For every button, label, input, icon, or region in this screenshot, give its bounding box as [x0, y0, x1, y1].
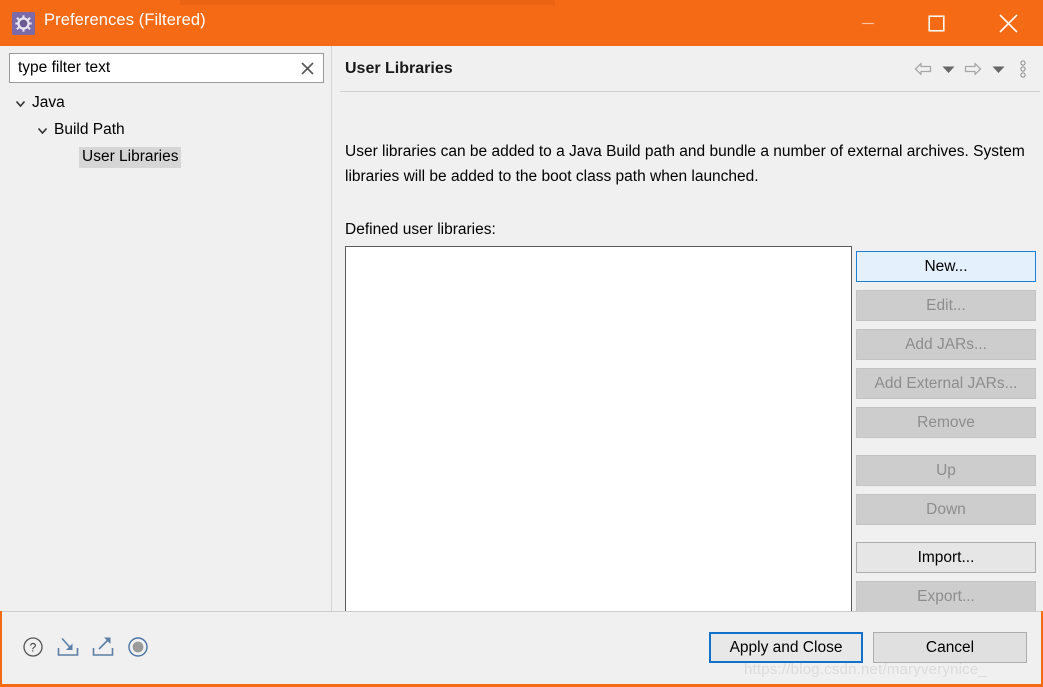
sidebar-item-label: Java — [32, 94, 65, 111]
export-tray-glyph — [92, 637, 114, 656]
gear-icon-glyph — [15, 15, 32, 32]
forward-icon[interactable] — [962, 58, 984, 80]
sidebar-item-user-libraries[interactable]: User Libraries — [2, 144, 331, 171]
export-preferences-icon[interactable] — [90, 634, 116, 660]
forward-arrow-glyph — [964, 62, 982, 76]
clear-filter-icon[interactable] — [297, 58, 317, 78]
view-menu-icon[interactable] — [1012, 58, 1034, 80]
page-toolbar — [912, 58, 1034, 80]
remove-button[interactable]: Remove — [856, 407, 1036, 438]
page-title: User Libraries — [345, 60, 453, 77]
defined-user-libraries-label: Defined user libraries: — [345, 221, 496, 238]
sidebar-item-build-path[interactable]: Build Path — [2, 117, 331, 144]
maximize-icon — [927, 14, 945, 32]
chevron-down-filled-glyph — [942, 66, 954, 73]
chevron-down-glyph — [15, 100, 26, 108]
down-button[interactable]: Down — [856, 494, 1036, 525]
help-glyph: ? — [23, 637, 43, 657]
back-dropdown-icon[interactable] — [937, 58, 959, 80]
preferences-tree-pane: type filter text Java Build Path User Li… — [2, 46, 331, 611]
sidebar-item-label: Build Path — [54, 121, 125, 138]
close-icon — [998, 13, 1018, 33]
dialog-footer: ? Apply and Close Cancel — [2, 611, 1041, 685]
chevron-down-icon[interactable] — [12, 95, 29, 112]
filter-input-wrapper[interactable]: type filter text — [9, 53, 324, 83]
title-bar-shade — [180, 0, 555, 5]
up-button[interactable]: Up — [856, 455, 1036, 486]
gear-icon — [12, 12, 35, 35]
chevron-down-glyph — [37, 127, 48, 135]
close-button[interactable] — [985, 0, 1031, 46]
back-arrow-glyph — [914, 62, 932, 76]
maximize-button[interactable] — [913, 0, 959, 46]
user-libraries-list[interactable] — [345, 246, 852, 644]
import-preferences-icon[interactable] — [55, 634, 81, 660]
sidebar-item-label: User Libraries — [79, 147, 182, 168]
chevron-down-icon[interactable] — [34, 122, 51, 139]
close-small-icon — [300, 61, 314, 75]
preferences-tree: Java Build Path User Libraries — [2, 90, 331, 171]
svg-text:?: ? — [30, 641, 37, 655]
title-bar: Preferences (Filtered) — [0, 0, 1043, 46]
preferences-dialog: Preferences (Filtered) type filter text — [0, 0, 1043, 687]
filter-input[interactable]: type filter text — [18, 59, 110, 77]
footer-action-buttons: Apply and Close Cancel — [709, 632, 1027, 663]
add-jars-button[interactable]: Add JARs... — [856, 329, 1036, 360]
disc-glyph — [128, 637, 148, 657]
add-external-jars-button[interactable]: Add External JARs... — [856, 368, 1036, 399]
edit-button[interactable]: Edit... — [856, 290, 1036, 321]
new-button[interactable]: New... — [856, 251, 1036, 282]
forward-dropdown-icon[interactable] — [987, 58, 1009, 80]
help-icon[interactable]: ? — [20, 634, 46, 660]
vertical-dots-glyph — [1020, 60, 1026, 78]
back-icon[interactable] — [912, 58, 934, 80]
minimize-button[interactable] — [845, 0, 891, 46]
restore-defaults-icon[interactable] — [125, 634, 151, 660]
cancel-button[interactable]: Cancel — [873, 632, 1027, 663]
window-title: Preferences (Filtered) — [44, 11, 206, 29]
preference-page: User Libraries User libraries can be add… — [332, 46, 1041, 644]
dialog-body: type filter text Java Build Path User Li… — [0, 46, 1043, 644]
export-button[interactable]: Export... — [856, 581, 1036, 612]
minimize-icon — [862, 22, 874, 25]
sidebar-item-java[interactable]: Java — [2, 90, 331, 117]
chevron-down-filled-glyph — [992, 66, 1004, 73]
footer-icon-bar: ? — [20, 634, 151, 660]
import-button[interactable]: Import... — [856, 542, 1036, 573]
page-description: User libraries can be added to a Java Bu… — [345, 143, 1025, 185]
import-tray-glyph — [57, 637, 79, 656]
apply-and-close-button[interactable]: Apply and Close — [709, 632, 863, 663]
page-header-divider — [340, 91, 1040, 92]
